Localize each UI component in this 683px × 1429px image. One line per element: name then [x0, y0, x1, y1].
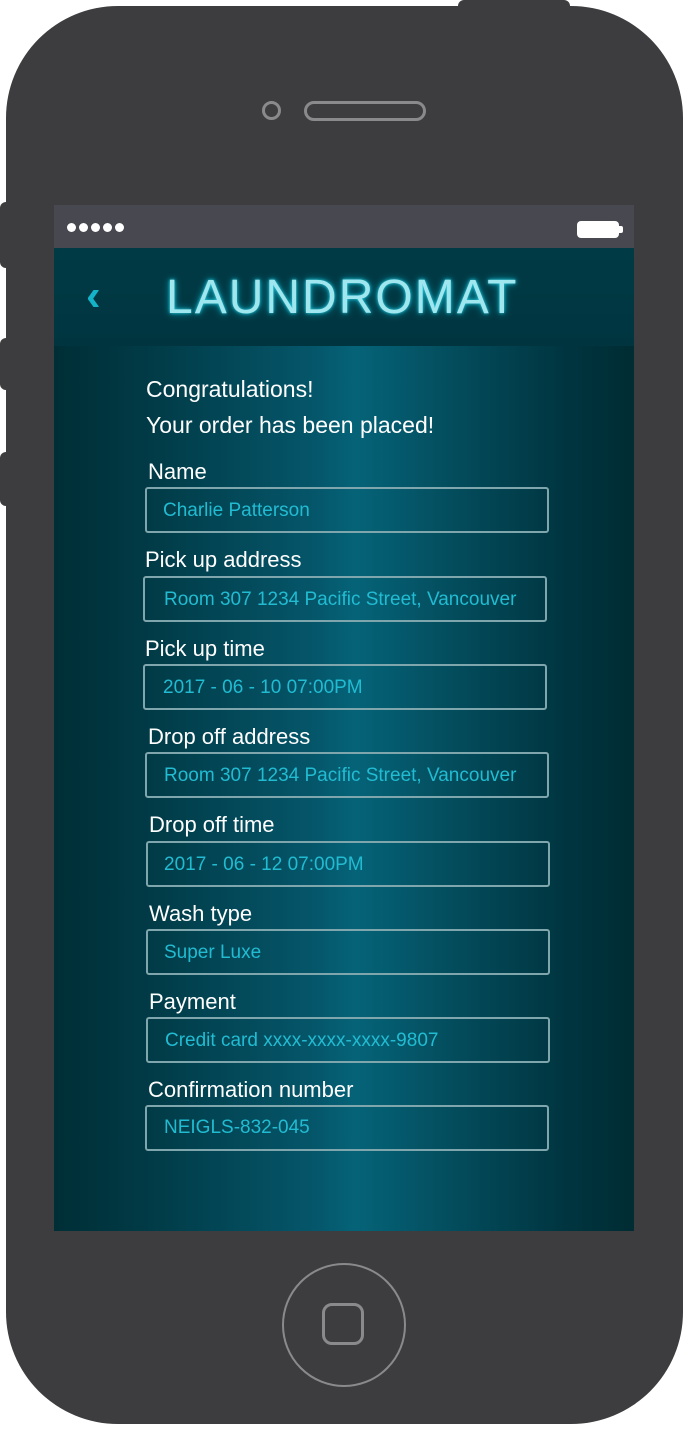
battery-icon — [577, 221, 619, 238]
field-label-dropoff-time: Drop off time — [149, 812, 275, 837]
dropoff-time-value: 2017 - 06 - 12 07:00PM — [164, 854, 364, 875]
dropoff-address-value: Room 307 1234 Pacific Street, Vancouver — [164, 765, 517, 786]
signal-strength-icon — [67, 223, 124, 232]
status-bar — [54, 205, 634, 248]
name-value: Charlie Patterson — [163, 500, 310, 521]
field-label-pickup-address: Pick up address — [145, 547, 302, 572]
front-camera-icon — [262, 101, 281, 120]
order-placed-message: Your order has been placed! — [146, 412, 435, 438]
dropoff-address-field[interactable]: Room 307 1234 Pacific Street, Vancouver — [145, 752, 549, 798]
battery-tip — [619, 226, 623, 233]
field-label-pickup-time: Pick up time — [145, 636, 265, 661]
congrats-heading: Congratulations! — [146, 376, 314, 402]
wash-type-field[interactable]: Super Luxe — [146, 929, 550, 975]
pickup-time-field[interactable]: 2017 - 06 - 10 07:00PM — [143, 664, 547, 710]
confirmation-number-field[interactable]: NEIGLS-832-045 — [145, 1105, 549, 1151]
name-field[interactable]: Charlie Patterson — [145, 487, 549, 533]
payment-field[interactable]: Credit card xxxx-xxxx-xxxx-9807 — [146, 1017, 550, 1063]
payment-value: Credit card xxxx-xxxx-xxxx-9807 — [165, 1030, 439, 1051]
wash-type-value: Super Luxe — [164, 942, 262, 963]
dropoff-time-field[interactable]: 2017 - 06 - 12 07:00PM — [146, 841, 550, 887]
screen: ‹ LAUNDROMAT Congratulations! Your order… — [54, 205, 634, 1231]
field-label-name: Name — [148, 459, 207, 484]
pickup-address-field[interactable]: Room 307 1234 Pacific Street, Vancouver — [143, 576, 547, 622]
field-label-payment: Payment — [149, 989, 236, 1014]
field-label-dropoff-address: Drop off address — [148, 724, 311, 749]
speaker-grille — [304, 101, 426, 121]
confirmation-number-value: NEIGLS-832-045 — [164, 1117, 310, 1138]
pickup-address-value: Room 307 1234 Pacific Street, Vancouver — [164, 589, 517, 610]
field-label-confirmation-number: Confirmation number — [148, 1077, 354, 1102]
pickup-time-value: 2017 - 06 - 10 07:00PM — [163, 677, 363, 698]
app-header: ‹ LAUNDROMAT — [54, 248, 634, 346]
back-button[interactable]: ‹ — [86, 272, 126, 320]
field-label-wash-type: Wash type — [149, 901, 253, 926]
home-square-icon — [322, 1303, 364, 1345]
app-title: LAUNDROMAT — [166, 271, 519, 324]
